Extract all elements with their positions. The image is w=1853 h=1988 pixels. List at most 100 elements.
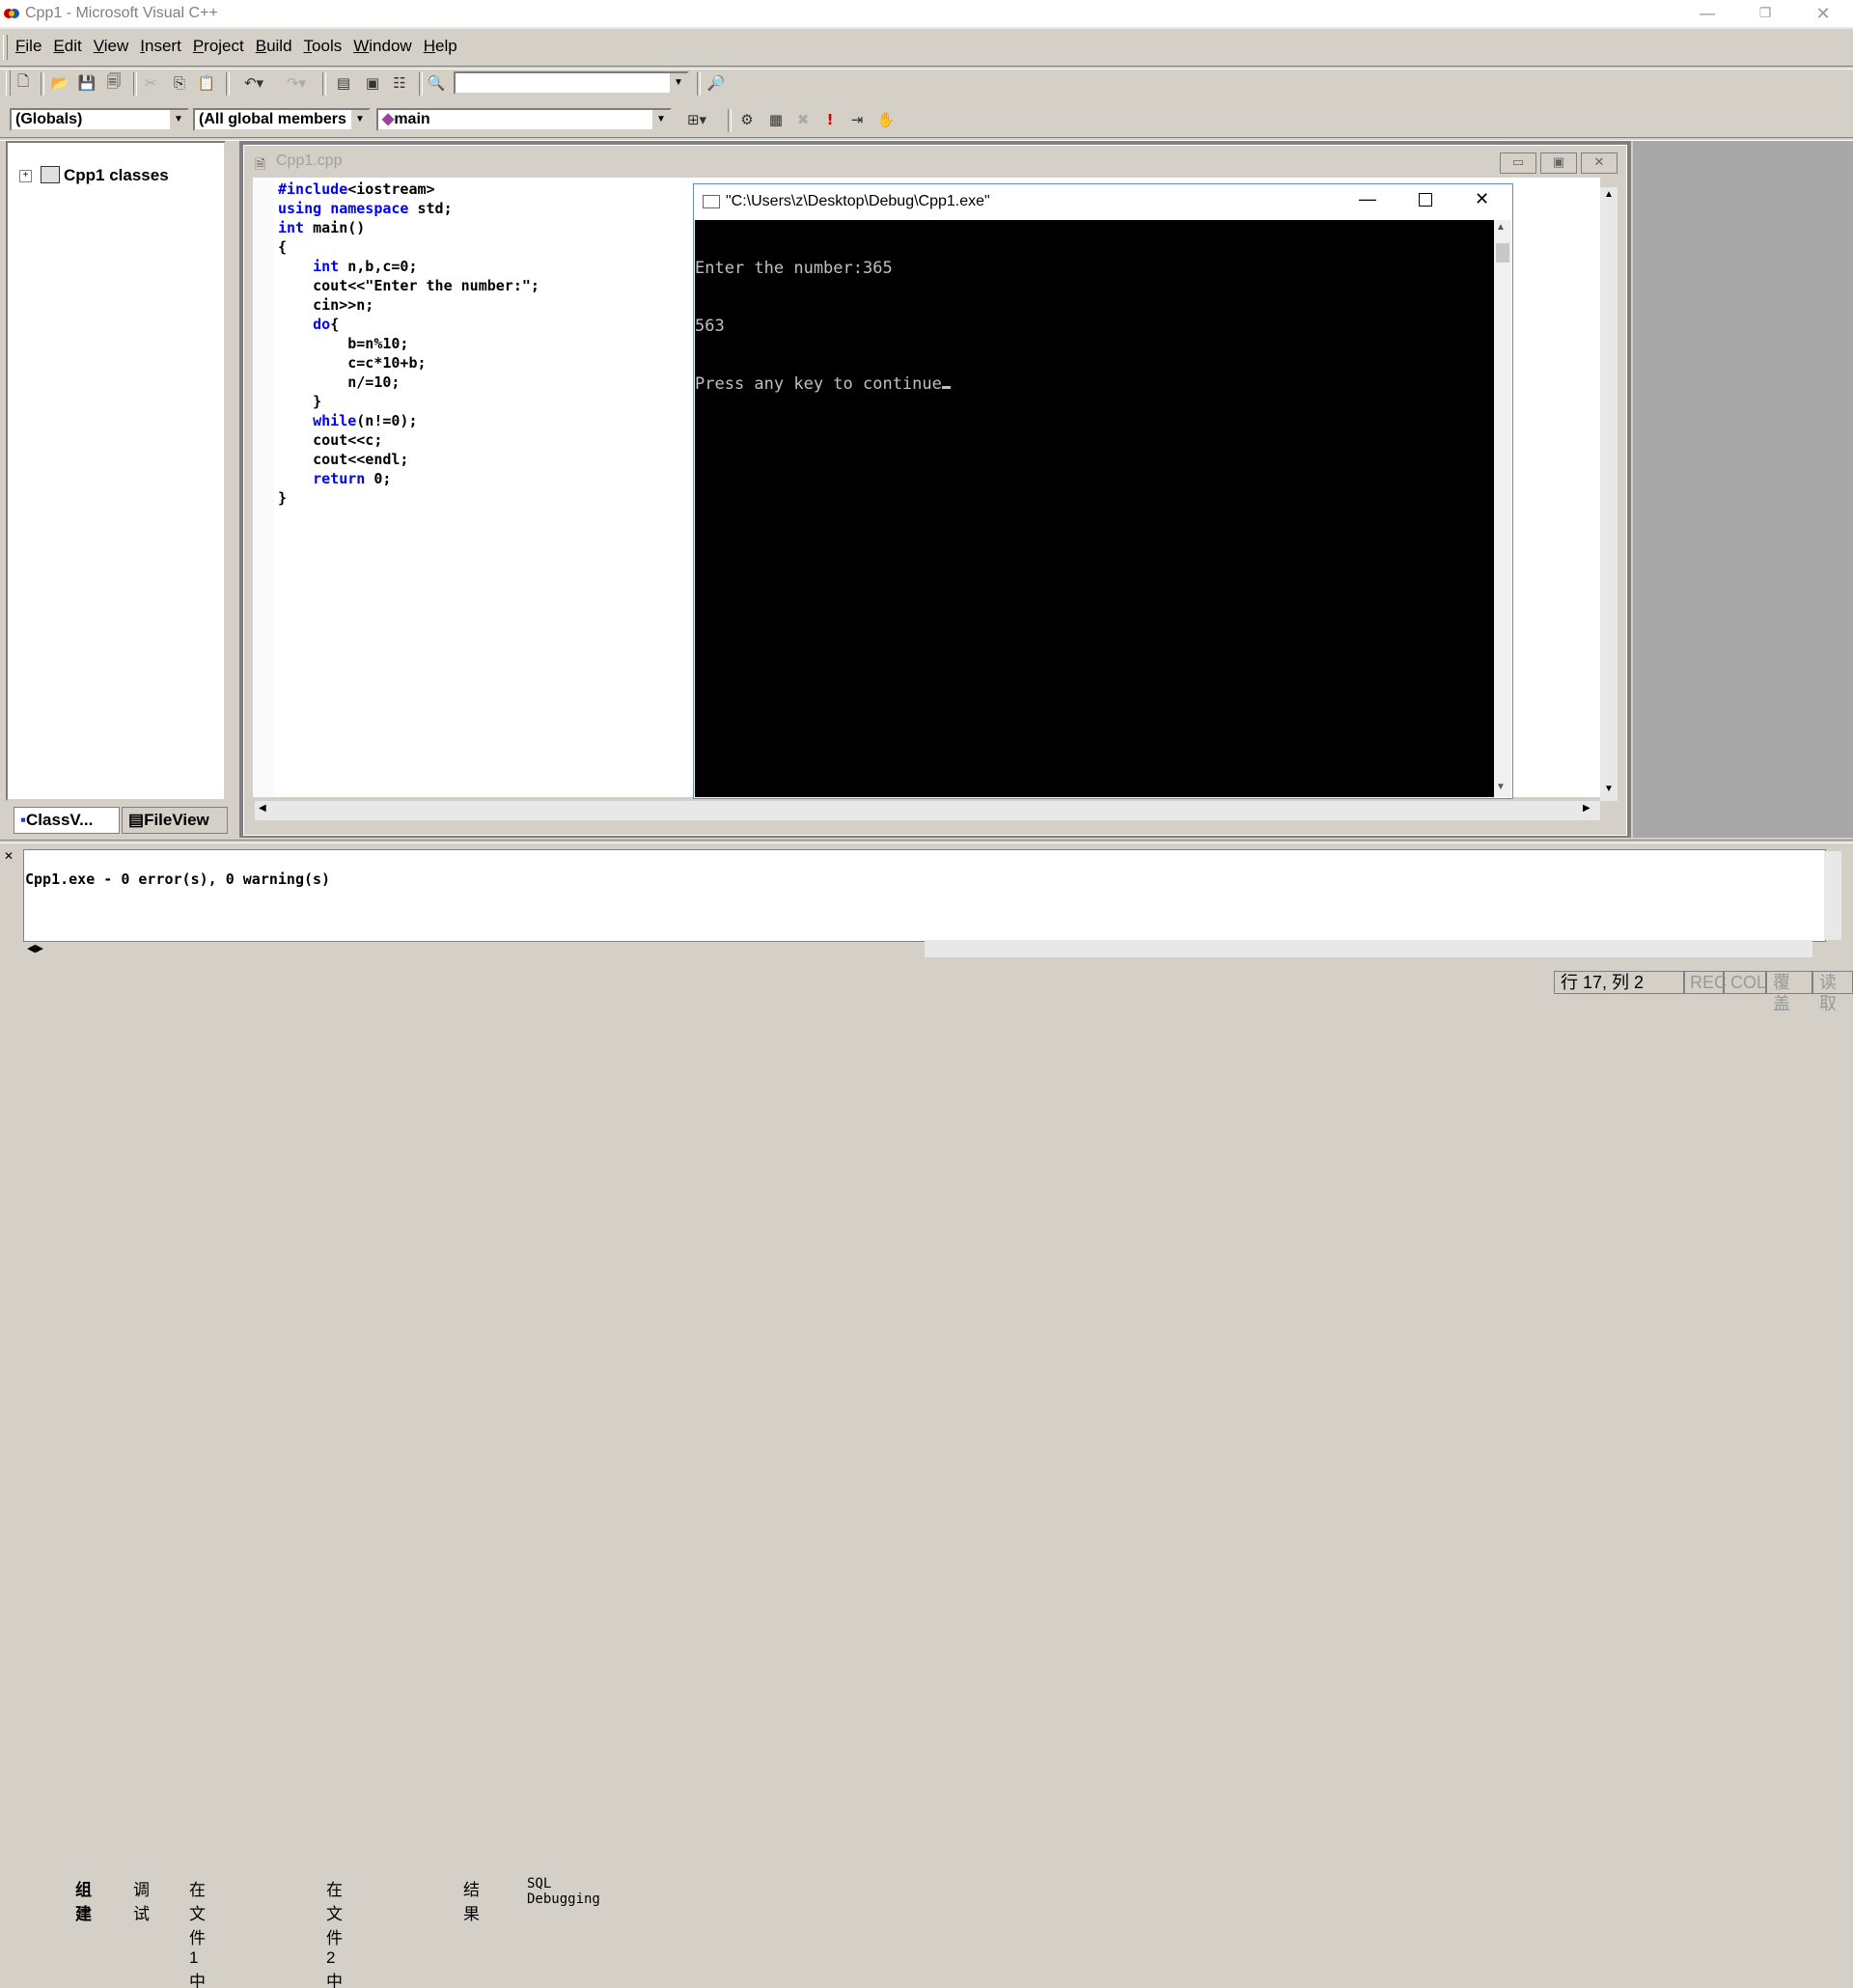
chevron-down-icon[interactable]: ▼ [669,73,687,93]
status-rec: REC [1683,971,1727,994]
workspace-icon[interactable]: ▤ [332,71,355,95]
undo-icon[interactable]: ↶▾ [235,71,272,95]
tab-sql-debugging[interactable]: SQL Debugging [527,1876,600,1907]
console-minimize-button[interactable]: — [1359,189,1376,209]
expand-icon[interactable]: + [19,170,32,182]
code-text[interactable]: #include<iostream> using namespace std; in… [278,179,539,508]
menu-help[interactable]: Help [418,33,463,60]
cut-icon[interactable]: ✂ [139,71,162,95]
code-line: return 0; [313,470,392,487]
output-horizontal-scrollbar[interactable] [925,940,1812,957]
console-scroll-thumb[interactable] [1496,243,1509,262]
stop-build-icon[interactable]: ✖ [791,108,815,131]
doc-close-button[interactable]: ✕ [1581,152,1618,174]
doc-minimize-button[interactable]: ▭ [1500,152,1536,174]
code-line: } [278,489,288,507]
tab-results[interactable]: 结果 [463,1876,480,1924]
code-line: c=c*10+b; [278,354,427,372]
members-combo[interactable]: (All global members ▼ [193,108,371,131]
tab-scroll-left-icon[interactable]: ◀▶ [27,942,43,954]
close-output-icon[interactable]: ✕ [4,849,14,863]
execute-icon[interactable]: ! [818,108,842,131]
function-icon: ◆ [382,111,395,127]
menu-tools[interactable]: Tools [298,33,348,60]
console-close-button[interactable]: ✕ [1475,189,1489,209]
tab-build[interactable]: 组建 [75,1876,92,1924]
tab-debug[interactable]: 调试 [133,1876,150,1924]
code-line: using namespace std; [278,200,453,217]
tree-root-label[interactable]: Cpp1 classes [64,166,169,185]
window-list-icon[interactable]: ☷ [388,71,411,95]
function-combo[interactable]: ◆main ▼ [376,108,672,131]
doc-maximize-button[interactable]: ▣ [1540,152,1577,174]
output-pane [23,849,1826,942]
cursor-position: 行 17, 列 2 [1554,971,1685,994]
minimize-button[interactable]: — [1685,0,1729,27]
close-button[interactable]: ✕ [1801,0,1845,27]
chevron-down-icon[interactable]: ▼ [350,110,369,129]
selection-margin [253,178,274,797]
tab-find2[interactable]: 在文件2中查找 [326,1876,343,1988]
console-line: 563 [695,317,725,336]
scroll-down-icon[interactable]: ▼ [1600,784,1618,801]
output-icon[interactable]: ▣ [361,71,384,95]
menu-insert[interactable]: Insert [134,33,187,60]
menu-view[interactable]: View [88,33,135,60]
menu-edit[interactable]: Edit [47,33,87,60]
menu-project[interactable]: Project [187,33,250,60]
console-title: "C:\Users\z\Desktop\Debug\Cpp1.exe" [726,193,990,209]
code-line: cout<<"Enter the number:"; [278,277,539,294]
find-in-files-icon[interactable]: 🔍 [425,71,448,95]
scroll-up-icon[interactable]: ▲ [1496,222,1506,233]
paste-icon[interactable]: 📋 [195,71,218,95]
code-line: { [278,238,288,256]
go-icon[interactable]: ⇥ [845,108,869,131]
find-combo[interactable]: ▼ [454,71,689,95]
editor-horizontal-scrollbar[interactable] [255,801,1600,820]
chevron-down-icon[interactable]: ▼ [651,110,670,129]
find-icon[interactable]: 🔎 [705,71,728,95]
new-text-file-icon[interactable]: 🗋 [12,71,35,95]
copy-icon[interactable]: ⎘ [168,71,191,95]
editor-vertical-scrollbar[interactable] [1600,187,1618,801]
code-line: cin>>n; [278,296,374,314]
status-readonly: 读取 [1812,971,1853,1013]
build-icon[interactable]: ▦ [764,108,788,131]
compile-icon[interactable]: ⚙ [735,108,759,131]
scroll-left-icon[interactable]: ◀ [259,803,266,814]
console-maximize-button[interactable] [1419,193,1432,207]
save-all-icon[interactable]: 🗐 [102,71,125,95]
build-output-message: Cpp1.exe - 0 error(s), 0 warning(s) [25,870,331,888]
menu-file[interactable]: File [10,33,47,60]
window-title: Cpp1 - Microsoft Visual C++ [25,5,218,21]
menu-bar: File Edit View Insert Project Build Tools Windo… [0,33,1853,62]
wizard-bar: (Globals) ▼ (All global members ▼ ◆main ▼ ⊞… [0,104,907,135]
menu-build[interactable]: Build [250,33,298,60]
tab-find1[interactable]: 在文件1中查找 [189,1876,206,1988]
status-overwrite: 覆盖 [1766,971,1812,1013]
wizard-action-icon[interactable]: ⊞▾ [676,108,718,131]
document-title: Cpp1.cpp [276,152,343,169]
tab-classview[interactable]: ▪ClassV... [14,807,120,834]
code-line: n/=10; [278,373,401,391]
chevron-down-icon[interactable]: ▼ [169,110,187,129]
redo-icon[interactable]: ↷▾ [278,71,315,95]
workspace-pane: + Cpp1 classes [6,141,226,801]
console-icon [703,195,720,208]
output-scrollbar[interactable] [1824,851,1841,940]
restore-button[interactable]: ❐ [1743,0,1787,27]
breakpoint-hand-icon[interactable]: ✋ [874,108,898,131]
code-line: int main() [278,219,366,236]
console-scrollbar[interactable] [1494,220,1511,797]
scroll-right-icon[interactable]: ▶ [1583,803,1590,814]
status-bar: 行 17, 列 2 REC COL 覆盖 读取 [0,969,1853,1013]
save-icon[interactable]: 💾 [75,71,98,95]
scroll-up-icon[interactable]: ▲ [1600,189,1618,207]
scroll-down-icon[interactable]: ▼ [1496,782,1506,792]
code-line: } [278,393,322,410]
scope-combo[interactable]: (Globals) ▼ [10,108,189,131]
open-folder-icon[interactable]: 📂 [48,71,71,95]
app-logo-icon [4,7,19,20]
menu-window[interactable]: Window [347,33,417,60]
tab-fileview[interactable]: ▤FileView [122,807,228,834]
